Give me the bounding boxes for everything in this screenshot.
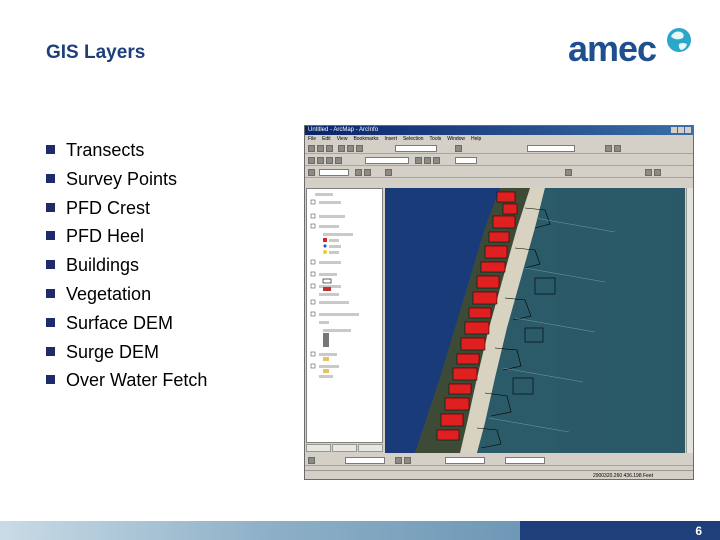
editor-icon[interactable] [455, 145, 462, 152]
bullet-marker [46, 260, 55, 270]
bullet-marker [46, 202, 55, 212]
measure-icon[interactable] [424, 157, 431, 164]
georef-icon[interactable] [565, 169, 572, 176]
slide-footer: 6 [0, 521, 720, 540]
target-layer-combo[interactable] [365, 157, 409, 164]
full-extent-icon[interactable] [335, 157, 342, 164]
menu-item-window[interactable]: Window [447, 135, 465, 143]
bullet-item: Over Water Fetch [46, 368, 207, 397]
footer-page-box: 6 [520, 521, 720, 540]
pan-icon[interactable] [326, 157, 333, 164]
logo-wordmark: amec [568, 28, 657, 69]
find-icon[interactable] [433, 157, 440, 164]
snap-combo[interactable] [455, 157, 477, 164]
layer-icon[interactable] [605, 145, 612, 152]
aerial-map-graphic [385, 188, 685, 453]
maximize-icon[interactable] [678, 127, 684, 133]
menu-item-view[interactable]: View [337, 135, 348, 143]
menu-item-file[interactable]: File [308, 135, 316, 143]
layer-list-graphic [310, 193, 359, 378]
map-view[interactable] [385, 188, 685, 453]
menu-item-help[interactable]: Help [471, 135, 481, 143]
amec-logo: amec [568, 22, 698, 72]
bottom-toolbar [305, 455, 693, 466]
font-combo[interactable] [345, 457, 385, 464]
bullet-item: Surface DEM [46, 311, 207, 340]
menu-item-edit[interactable]: Edit [322, 135, 331, 143]
bullet-list: Transects Survey Points PFD Crest PFD He… [46, 138, 207, 397]
layer-combo[interactable] [445, 457, 485, 464]
text-icon[interactable] [355, 169, 362, 176]
bullet-item: Transects [46, 138, 207, 167]
bullet-item: Surge DEM [46, 340, 207, 369]
identify-icon[interactable] [614, 145, 621, 152]
bullet-item: Survey Points [46, 167, 207, 196]
tools-toolbar [305, 155, 693, 166]
bullet-item: PFD Crest [46, 196, 207, 225]
drawing-icon[interactable] [308, 457, 315, 464]
globe-icon [667, 28, 691, 52]
status-bar: 2900320.260 436.198 Feet [305, 470, 693, 479]
paste-icon[interactable] [356, 145, 363, 152]
menu-item-tools[interactable]: Tools [430, 135, 442, 143]
menu-item-insert[interactable]: Insert [384, 135, 397, 143]
style-combo[interactable] [319, 169, 349, 176]
draw-toolbar [305, 167, 693, 178]
pointer-icon[interactable] [308, 169, 315, 176]
vertical-scrollbar[interactable] [686, 188, 693, 453]
bullet-marker [46, 317, 55, 327]
menu-item-bookmarks[interactable]: Bookmarks [353, 135, 378, 143]
open-icon[interactable] [317, 145, 324, 152]
window-controls [671, 127, 691, 133]
bullet-item: Vegetation [46, 282, 207, 311]
minimize-icon[interactable] [671, 127, 677, 133]
zoom-in-icon[interactable] [308, 157, 315, 164]
bullet-marker [46, 231, 55, 241]
copy-icon[interactable] [347, 145, 354, 152]
menu-bar: File Edit View Bookmarks Insert Selectio… [305, 135, 693, 143]
new-icon[interactable] [308, 145, 315, 152]
bullet-item: Buildings [46, 253, 207, 282]
bullet-marker [46, 375, 55, 385]
tab-display[interactable] [306, 444, 331, 452]
table-of-contents [306, 188, 383, 443]
slide-title: GIS Layers [46, 42, 146, 63]
page-number: 6 [695, 524, 702, 538]
navigate-icon[interactable] [645, 169, 652, 176]
rectangle-icon[interactable] [364, 169, 371, 176]
tab-selection[interactable] [358, 444, 383, 452]
scale-combo[interactable] [395, 145, 437, 152]
close-icon[interactable] [685, 127, 691, 133]
save-icon[interactable] [326, 145, 333, 152]
toc-tabs [306, 444, 383, 452]
coordinate-readout: 2900320.260 436.198 Feet [592, 473, 653, 479]
task-combo[interactable] [527, 145, 575, 152]
font-color-icon[interactable] [385, 169, 392, 176]
bullet-marker [46, 145, 55, 154]
refresh-icon[interactable] [654, 169, 661, 176]
bullet-item: PFD Heel [46, 224, 207, 253]
zoom-out-icon[interactable] [317, 157, 324, 164]
georef-combo[interactable] [505, 457, 545, 464]
menu-item-selection[interactable]: Selection [403, 135, 424, 143]
window-titlebar: Untitled - ArcMap - ArcInfo [305, 126, 693, 135]
tab-source[interactable] [332, 444, 357, 452]
bullet-marker [46, 288, 55, 298]
bullet-marker [46, 346, 55, 356]
bullet-marker [46, 173, 55, 183]
italic-icon[interactable] [404, 457, 411, 464]
standard-toolbar [305, 143, 693, 154]
select-icon[interactable] [415, 157, 422, 164]
bold-icon[interactable] [395, 457, 402, 464]
cut-icon[interactable] [338, 145, 345, 152]
footer-gradient-band [0, 521, 520, 540]
arcmap-screenshot: Untitled - ArcMap - ArcInfo File Edit Vi… [304, 125, 694, 480]
